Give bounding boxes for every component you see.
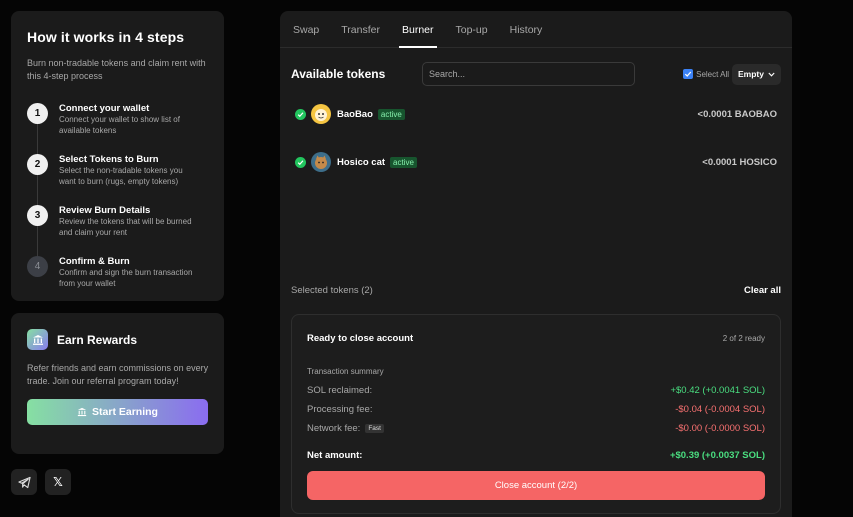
step-desc: Confirm and sign the burn transaction fr… <box>59 268 193 288</box>
rewards-card: Earn Rewards Refer friends and earn comm… <box>11 313 224 454</box>
transaction-summary: Ready to close account 2 of 2 ready Tran… <box>291 314 781 514</box>
summary-key: Network fee: <box>307 423 361 434</box>
bank-icon <box>27 329 48 350</box>
burner-panel: Swap Transfer Burner Top-up History Avai… <box>280 11 792 517</box>
step-desc: Connect your wallet to show list of avai… <box>59 115 180 135</box>
step-title: Confirm & Burn <box>59 256 130 267</box>
checkbox-checked-icon[interactable] <box>683 69 694 79</box>
step-number: 1 <box>27 103 48 124</box>
net-amount-row: Net amount: +$0.39 (+0.0037 SOL) <box>307 450 765 461</box>
summary-row: Network fee: Fast -$0.00 (-0.0000 SOL) <box>307 423 765 434</box>
token-row[interactable]: BaoBao active <0.0001 BAOBAO <box>295 102 777 126</box>
fee-speed-badge: Fast <box>365 424 384 433</box>
steps-card: How it works in 4 steps Burn non-tradabl… <box>11 11 224 301</box>
tab-bar: Swap Transfer Burner Top-up History <box>280 11 792 48</box>
start-earning-label: Start Earning <box>92 406 158 418</box>
rewards-desc: Refer friends and earn commissions on ev… <box>27 363 209 386</box>
step-title: Connect your wallet <box>59 103 150 114</box>
tab-burner[interactable]: Burner <box>399 11 436 48</box>
selected-count: Selected tokens (2) <box>291 285 373 296</box>
check-icon[interactable] <box>295 108 306 120</box>
rewards-title: Earn Rewards <box>57 332 138 347</box>
filter-value: Empty <box>738 69 764 79</box>
step-desc: Review the tokens that will be burned an… <box>59 217 192 237</box>
select-all[interactable]: Select All <box>683 69 729 79</box>
tab-history[interactable]: History <box>510 11 543 47</box>
chevron-down-icon <box>768 72 775 77</box>
summary-key: Processing fee: <box>307 404 373 415</box>
selected-header: Selected tokens (2) Clear all <box>291 285 781 296</box>
token-amount: <0.0001 BAOBAO <box>697 108 777 120</box>
step-number: 4 <box>27 256 48 277</box>
available-title: Available tokens <box>291 67 386 81</box>
token-row[interactable]: Hosico cat active <0.0001 HOSICO <box>295 150 777 174</box>
bank-icon <box>77 407 87 417</box>
token-name: Hosico cat <box>337 156 386 168</box>
summary-title: Ready to close account <box>307 333 414 344</box>
ready-count: 2 of 2 ready <box>722 334 765 343</box>
tab-top-up[interactable]: Top-up <box>456 11 488 47</box>
search-input[interactable] <box>422 62 635 86</box>
x-label: 𝕏 <box>53 475 63 489</box>
token-name: BaoBao <box>337 108 373 120</box>
available-header: Available tokens Select All Empty <box>291 62 781 86</box>
step-item: 3 Review Burn Details Review the tokens … <box>27 205 208 256</box>
summary-value: -$0.00 (-0.0000 SOL) <box>675 423 765 434</box>
tab-swap[interactable]: Swap <box>293 11 319 47</box>
tab-transfer[interactable]: Transfer <box>341 11 380 47</box>
net-amount-key: Net amount: <box>307 450 363 461</box>
step-number: 2 <box>27 154 48 175</box>
status-badge: active <box>390 156 417 168</box>
summary-subtitle: Transaction summary <box>307 367 384 376</box>
step-title: Select Tokens to Burn <box>59 154 159 165</box>
filter-dropdown[interactable]: Empty <box>732 63 781 85</box>
step-number: 3 <box>27 205 48 226</box>
telegram-icon[interactable] <box>11 469 37 495</box>
summary-value: -$0.04 (-0.0004 SOL) <box>675 404 765 415</box>
clear-all-button[interactable]: Clear all <box>744 285 781 296</box>
steps-subtitle: Burn non-tradable tokens and claim rent … <box>27 58 206 81</box>
step-item: 1 Connect your wallet Connect your walle… <box>27 103 208 154</box>
token-avatar-icon <box>311 152 331 172</box>
net-amount-value: +$0.39 (+0.0037 SOL) <box>669 450 765 461</box>
steps-list: 1 Connect your wallet Connect your walle… <box>27 103 208 307</box>
x-icon[interactable]: 𝕏 <box>45 469 71 495</box>
step-item: 4 Confirm & Burn Confirm and sign the bu… <box>27 256 208 307</box>
steps-title: How it works in 4 steps <box>27 29 185 45</box>
step-item: 2 Select Tokens to Burn Select the non-t… <box>27 154 208 205</box>
token-amount: <0.0001 HOSICO <box>702 156 777 168</box>
step-desc: Select the non-tradable tokens you want … <box>59 166 183 186</box>
summary-key: SOL reclaimed: <box>307 385 373 396</box>
close-account-button[interactable]: Close account (2/2) <box>307 471 765 500</box>
summary-row: Processing fee: -$0.04 (-0.0004 SOL) <box>307 404 765 415</box>
summary-value: +$0.42 (+0.0041 SOL) <box>670 385 765 396</box>
summary-row: SOL reclaimed: +$0.42 (+0.0041 SOL) <box>307 385 765 396</box>
step-title: Review Burn Details <box>59 205 151 216</box>
check-icon[interactable] <box>295 156 306 168</box>
select-all-label: Select All <box>696 69 730 79</box>
status-badge: active <box>377 108 405 120</box>
start-earning-button[interactable]: Start Earning <box>27 399 208 425</box>
token-avatar-icon <box>311 104 331 124</box>
